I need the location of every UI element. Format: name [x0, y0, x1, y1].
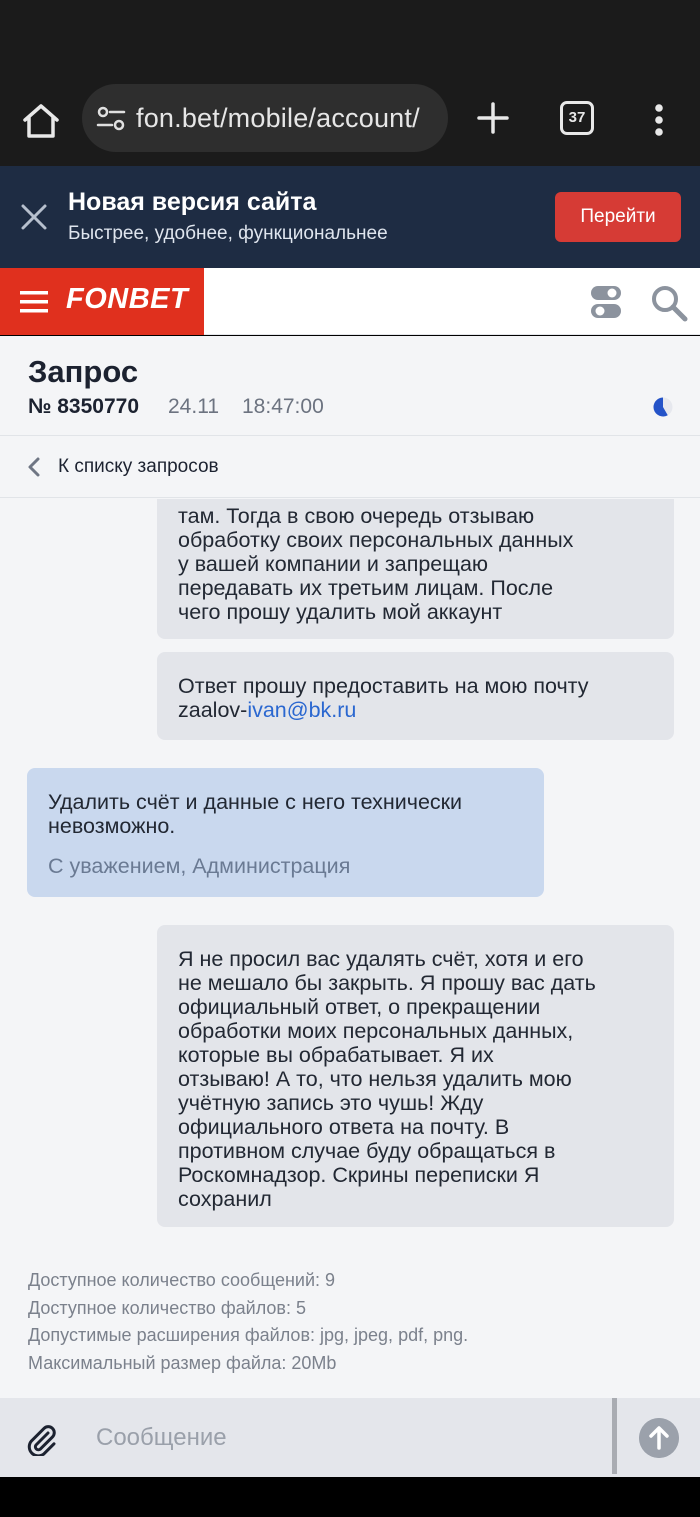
limit-file-size: Максимальный размер файла: 20Mb [28, 1352, 337, 1373]
message-signature: С уважением, Администрация [48, 854, 351, 878]
back-label[interactable]: К списку запросов [58, 456, 219, 478]
system-nav-bar [0, 1477, 700, 1517]
back-to-list-link[interactable]: К списку запросов [0, 436, 700, 498]
plus-icon[interactable] [475, 98, 511, 138]
address-bar[interactable]: fon.bet/mobile/account/ [82, 84, 448, 152]
go-button[interactable]: Перейти [555, 192, 681, 242]
message-text: Я не просил вас удалять счёт, хотя и его… [178, 947, 596, 1211]
brand-block: FONBET [0, 268, 204, 335]
banner-title: Новая версия сайта [68, 188, 317, 216]
paperclip-icon[interactable] [24, 1422, 58, 1456]
tab-switcher-icon[interactable]: 37 [560, 101, 594, 135]
message-user: Я не просил вас удалять счёт, хотя и его… [157, 925, 674, 1227]
close-icon[interactable] [20, 203, 48, 231]
request-date: 24.11 [168, 395, 219, 418]
brand-logo[interactable]: FONBET [66, 283, 188, 316]
url-text[interactable]: fon.bet/mobile/account/ [136, 103, 440, 134]
message-text: Ответ прошу предоставить на мою почту za… [178, 674, 658, 722]
status-icon [653, 397, 673, 417]
message-user: Ответ прошу предоставить на мою почту za… [157, 652, 674, 740]
message-text: там. Тогда в свою очередь отзываю обрабо… [178, 504, 574, 624]
request-number: № 8350770 [28, 395, 139, 418]
request-page: Запрос № 8350770 24.11 18:47:00 К списку… [0, 336, 700, 1478]
toggle-icon[interactable] [590, 285, 622, 319]
site-settings-icon[interactable] [96, 106, 126, 132]
limit-files: Доступное количество файлов: 5 [28, 1297, 306, 1318]
email-link[interactable]: ivan@bk.ru [247, 698, 356, 722]
site-header: FONBET [0, 268, 700, 335]
search-icon[interactable] [650, 284, 688, 322]
composer-divider [612, 1398, 617, 1474]
limits-info: Доступное количество сообщений: 9 Доступ… [28, 1267, 468, 1377]
home-icon[interactable] [20, 100, 62, 142]
chevron-left-icon[interactable] [26, 456, 42, 478]
request-time: 18:47:00 [242, 395, 324, 418]
message-admin: Удалить счёт и данные с него технически … [27, 768, 544, 897]
status-bar [0, 0, 700, 82]
banner-subtitle: Быстрее, удобнее, функциональнее [68, 223, 388, 244]
message-composer [0, 1398, 700, 1478]
limit-extensions: Допустимые расширения файлов: jpg, jpeg,… [28, 1325, 469, 1345]
menu-icon[interactable] [20, 290, 48, 314]
new-version-banner: Новая версия сайта Быстрее, удобнее, фун… [0, 166, 700, 268]
message-thread: там. Тогда в свою очередь отзываю обрабо… [0, 499, 700, 1236]
browser-toolbar: fon.bet/mobile/account/ 37 [0, 82, 700, 166]
message-text-prefix: Ответ прошу предоставить на мою почту za… [178, 674, 589, 722]
more-vert-icon[interactable] [645, 100, 673, 140]
message-text: Удалить счёт и данные с него технически … [48, 790, 463, 838]
message-input[interactable] [80, 1408, 600, 1468]
request-header: Запрос № 8350770 24.11 18:47:00 [0, 336, 700, 436]
page-title: Запрос [28, 354, 139, 389]
message-user: там. Тогда в свою очередь отзываю обрабо… [157, 499, 674, 639]
arrow-up-icon[interactable] [639, 1418, 679, 1458]
limit-messages: Доступное количество сообщений: 9 [28, 1270, 336, 1290]
